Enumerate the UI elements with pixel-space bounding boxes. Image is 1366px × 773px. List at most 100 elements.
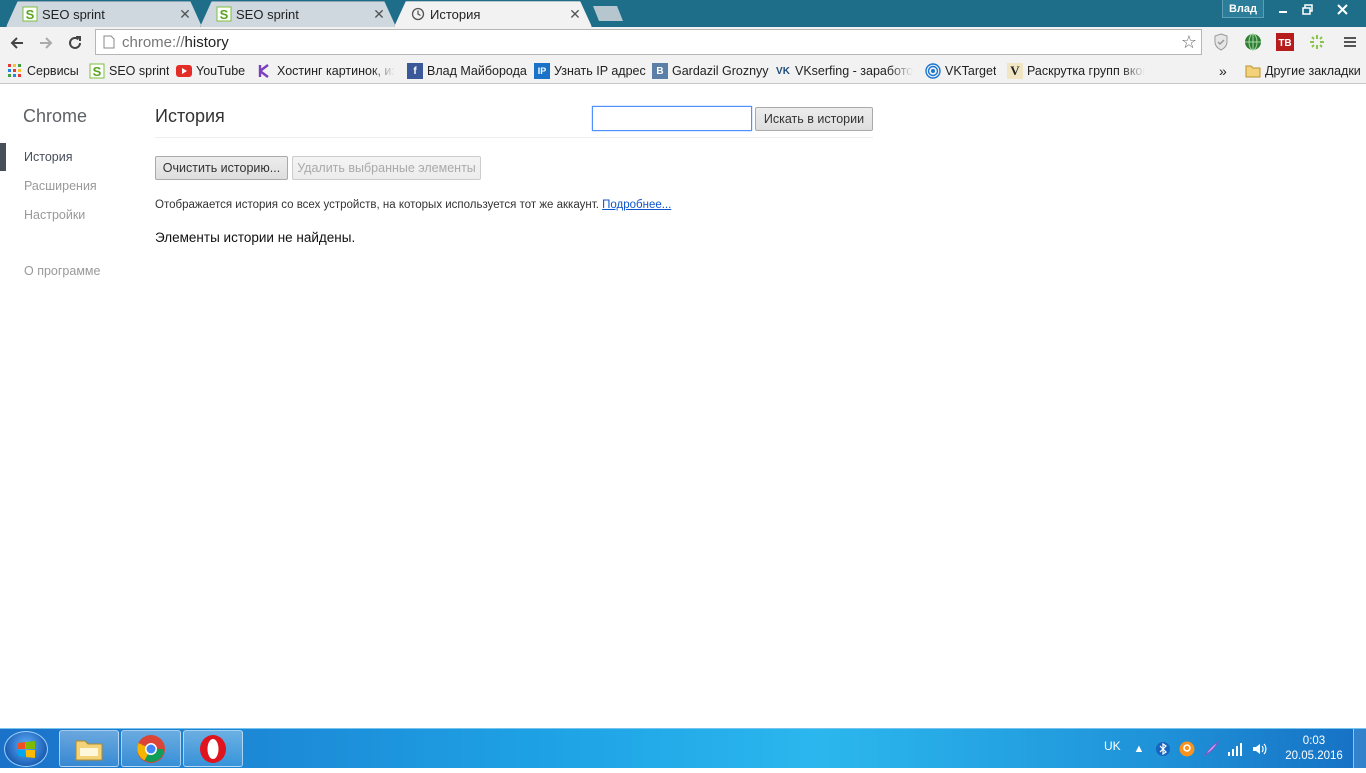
- start-button[interactable]: [4, 731, 48, 767]
- folder-icon: [1245, 63, 1261, 79]
- bookmark-group-promotion[interactable]: V Раскрутка групп вкон: [1007, 62, 1145, 80]
- close-icon[interactable]: [1320, 0, 1364, 18]
- volume-icon[interactable]: [1251, 741, 1267, 757]
- minimize-icon[interactable]: [1270, 0, 1295, 18]
- folder-icon: [75, 740, 103, 760]
- svg-text:S: S: [26, 7, 35, 22]
- taskbar-chrome[interactable]: [121, 730, 181, 767]
- sidebar-item-settings[interactable]: Настройки: [24, 208, 85, 222]
- seosprint-icon: S: [89, 63, 105, 79]
- bookmark-label: Раскрутка групп вкон: [1027, 64, 1145, 78]
- sidebar-brand: Chrome: [23, 106, 88, 126]
- bookmark-services[interactable]: Сервисы: [7, 62, 79, 80]
- new-tab-button[interactable]: [593, 6, 623, 21]
- restore-icon[interactable]: [1295, 0, 1320, 18]
- clear-history-button[interactable]: Очистить историю...: [155, 156, 288, 180]
- page-icon: [96, 35, 122, 49]
- bookmark-label: Узнать IP адрес: [554, 64, 646, 78]
- taskbar-clock[interactable]: 0:03 20.05.2016: [1282, 734, 1346, 764]
- other-bookmarks-label: Другие закладки: [1265, 64, 1361, 78]
- learn-more-link[interactable]: Подробнее...: [602, 199, 671, 211]
- show-hidden-icons-icon[interactable]: ▲: [1131, 741, 1147, 757]
- taskbar-explorer[interactable]: [59, 730, 119, 767]
- bookmark-ip-address[interactable]: IP Узнать IP адрес: [534, 62, 646, 80]
- page-title: История: [155, 106, 225, 126]
- tab-title: История: [430, 6, 481, 22]
- tab-close-icon[interactable]: ✕: [568, 6, 582, 23]
- bookmark-label: Gardazil Groznyy: [672, 64, 769, 78]
- odnoklassniki-tray-icon[interactable]: [1179, 741, 1195, 757]
- bluetooth-tray-icon[interactable]: [1155, 741, 1171, 757]
- bookmark-seo-sprint[interactable]: S SEO sprint: [89, 62, 169, 80]
- tb-extension-icon[interactable]: TB: [1275, 32, 1295, 52]
- tab-seo-sprint-2[interactable]: S SEO sprint ✕: [200, 1, 396, 27]
- bookmarks-bar: Сервисы S SEO sprint YouTube Хостинг кар…: [0, 58, 1366, 84]
- url-scheme: chrome://: [122, 33, 185, 51]
- facebook-icon: f: [407, 63, 423, 79]
- svg-text:S: S: [93, 64, 102, 79]
- vktarget-icon: [925, 63, 941, 79]
- browser-toolbar: chrome://history ☆ TB: [0, 27, 1366, 58]
- youtube-icon: [176, 63, 192, 79]
- sync-info-text: Отображается история со всех устройств, …: [155, 199, 599, 211]
- tab-title: SEO sprint: [236, 6, 299, 22]
- opera-icon: [200, 734, 226, 763]
- tab-seo-sprint-1[interactable]: S SEO sprint ✕: [6, 1, 202, 27]
- tab-close-icon[interactable]: ✕: [178, 6, 192, 23]
- menu-icon[interactable]: [1340, 32, 1360, 52]
- sidebar-item-extensions[interactable]: Расширения: [24, 179, 97, 193]
- search-history-button[interactable]: Искать в истории: [755, 107, 873, 131]
- url-path: history: [184, 33, 229, 51]
- bookmark-vkserfing[interactable]: VK VKserfing - заработо: [775, 62, 913, 80]
- sidebar-item-history[interactable]: История: [24, 150, 72, 164]
- history-icon: [410, 6, 426, 22]
- bookmark-star-icon[interactable]: ☆: [1181, 32, 1197, 53]
- network-signal-icon[interactable]: [1227, 741, 1243, 757]
- globe-icon[interactable]: [1243, 32, 1263, 52]
- remove-selected-button[interactable]: Удалить выбранные элементы: [292, 156, 481, 180]
- bookmark-label: YouTube: [196, 64, 246, 78]
- language-indicator[interactable]: UK: [1104, 739, 1121, 753]
- tab-history[interactable]: История ✕: [394, 1, 592, 27]
- bookmark-youtube[interactable]: YouTube: [176, 62, 245, 80]
- seosprint-icon: S: [22, 6, 38, 22]
- tab-title: SEO sprint: [42, 6, 105, 22]
- address-bar[interactable]: chrome://history ☆: [95, 29, 1202, 55]
- chrome-icon: [137, 734, 165, 763]
- apps-grid-icon: [7, 63, 23, 79]
- forward-icon[interactable]: [34, 31, 58, 55]
- bookmark-label: VKTarget: [945, 64, 997, 78]
- k-icon: [257, 63, 273, 79]
- ip-icon: IP: [534, 63, 550, 79]
- tab-close-icon[interactable]: ✕: [372, 6, 386, 23]
- seosprint-icon: S: [216, 6, 232, 22]
- bookmarks-overflow-icon[interactable]: »: [1219, 62, 1227, 80]
- svg-text:TB: TB: [1278, 38, 1291, 49]
- sync-info: Отображается история со всех устройств, …: [155, 199, 671, 211]
- b-icon: B: [652, 63, 668, 79]
- reload-icon[interactable]: [63, 31, 87, 55]
- bookmark-label: SEO sprint: [109, 64, 170, 78]
- bookmark-image-hosting[interactable]: Хостинг картинок, из: [257, 62, 395, 80]
- bookmark-vlad-mayboroda[interactable]: f Влад Майборода: [407, 62, 527, 80]
- bookmark-label: Влад Майборода: [427, 64, 527, 78]
- sidebar-item-about[interactable]: О программе: [24, 264, 100, 278]
- show-desktop-button[interactable]: [1353, 729, 1366, 768]
- sparkle-extension-icon[interactable]: [1307, 32, 1327, 52]
- profile-button[interactable]: Влад: [1222, 0, 1264, 18]
- header-divider: [155, 137, 873, 138]
- shield-icon[interactable]: [1211, 32, 1231, 52]
- v-icon: V: [1007, 63, 1023, 79]
- bookmark-vktarget[interactable]: VKTarget: [925, 62, 996, 80]
- bookmark-gardazil[interactable]: B Gardazil Groznyy: [652, 62, 769, 80]
- empty-history-message: Элементы истории не найдены.: [155, 230, 356, 245]
- taskbar-opera[interactable]: [183, 730, 243, 767]
- sidebar-selected-marker: [0, 143, 6, 171]
- bookmark-label: VKserfing - заработо: [795, 64, 913, 78]
- clock-time: 0:03: [1302, 735, 1326, 747]
- back-icon[interactable]: [5, 31, 29, 55]
- title-bar: S SEO sprint ✕ S SEO sprint ✕ История ✕ …: [0, 0, 1366, 27]
- feather-tray-icon[interactable]: [1203, 741, 1219, 757]
- other-bookmarks[interactable]: Другие закладки: [1245, 62, 1361, 80]
- history-search-input[interactable]: [592, 106, 752, 131]
